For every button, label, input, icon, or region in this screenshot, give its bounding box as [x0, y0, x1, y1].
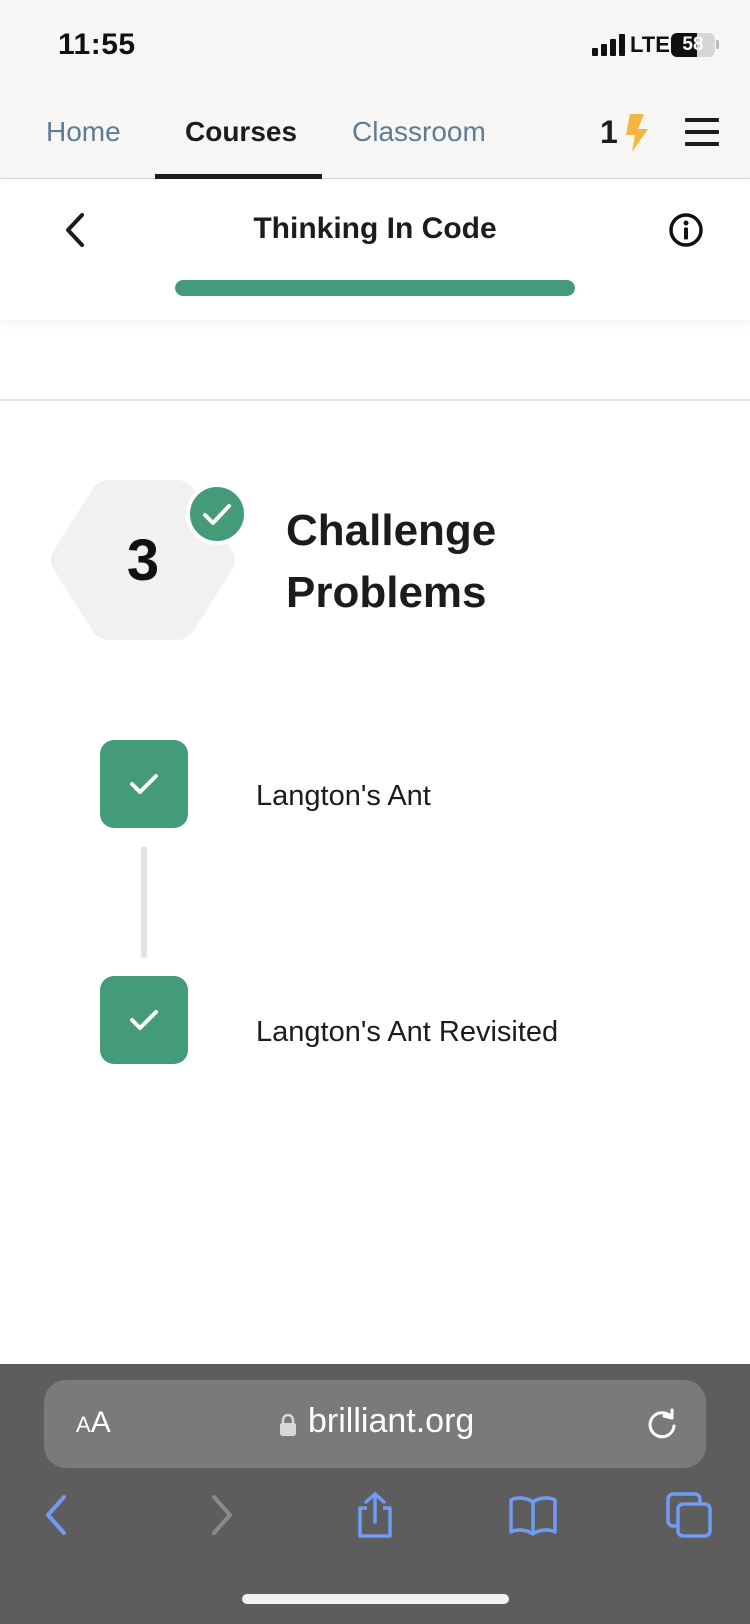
- lock-icon: [280, 1413, 296, 1436]
- checkmark-icon: [130, 774, 158, 794]
- share-icon[interactable]: [350, 1490, 400, 1540]
- lesson-title[interactable]: Langton's Ant: [256, 780, 431, 813]
- streak-count[interactable]: 1: [600, 114, 618, 151]
- hamburger-menu-icon[interactable]: [685, 118, 719, 146]
- reload-icon[interactable]: [644, 1406, 680, 1442]
- tab-home[interactable]: Home: [46, 116, 121, 148]
- lesson-complete-box[interactable]: [100, 740, 188, 828]
- course-progress-fill: [175, 280, 575, 296]
- checkmark-icon: [203, 504, 231, 525]
- tabs-icon[interactable]: [664, 1490, 714, 1540]
- course-progress-bar: [175, 280, 575, 296]
- section-divider: [0, 399, 750, 401]
- top-nav: Home Courses Classroom 1: [0, 92, 750, 179]
- chapter-complete-badge: [186, 483, 248, 545]
- checkmark-icon: [130, 1010, 158, 1030]
- lesson-complete-box[interactable]: [100, 976, 188, 1064]
- address-bar[interactable]: AA brilliant.org: [44, 1380, 706, 1468]
- back-icon[interactable]: [34, 1490, 84, 1540]
- status-time: 11:55: [58, 28, 136, 61]
- active-tab-indicator: [155, 174, 322, 179]
- chapter-title: Challenge Problems: [286, 506, 497, 617]
- network-type: LTE: [630, 32, 670, 57]
- url-text[interactable]: brilliant.org: [308, 1402, 474, 1441]
- course-header: Thinking In Code: [0, 180, 750, 320]
- status-bar: 11:55 LTE 58: [0, 0, 750, 92]
- text-size-button[interactable]: AA: [76, 1406, 111, 1440]
- lesson-connector: [141, 846, 147, 958]
- course-title: Thinking In Code: [253, 212, 497, 245]
- home-indicator[interactable]: [242, 1594, 509, 1604]
- signal-strength-icon: [592, 34, 625, 56]
- lesson-title[interactable]: Langton's Ant Revisited: [256, 1016, 558, 1049]
- lightning-bolt-icon[interactable]: [624, 114, 650, 152]
- battery-tip: [716, 40, 719, 49]
- tab-classroom[interactable]: Classroom: [352, 116, 486, 148]
- info-icon[interactable]: [668, 212, 704, 248]
- battery-level: 58: [682, 34, 704, 55]
- browser-toolbar: AA brilliant.org: [0, 1364, 750, 1624]
- tab-courses[interactable]: Courses: [185, 116, 297, 148]
- battery-icon: 58: [671, 33, 715, 57]
- forward-icon[interactable]: [194, 1490, 244, 1540]
- bookmarks-icon[interactable]: [508, 1490, 558, 1540]
